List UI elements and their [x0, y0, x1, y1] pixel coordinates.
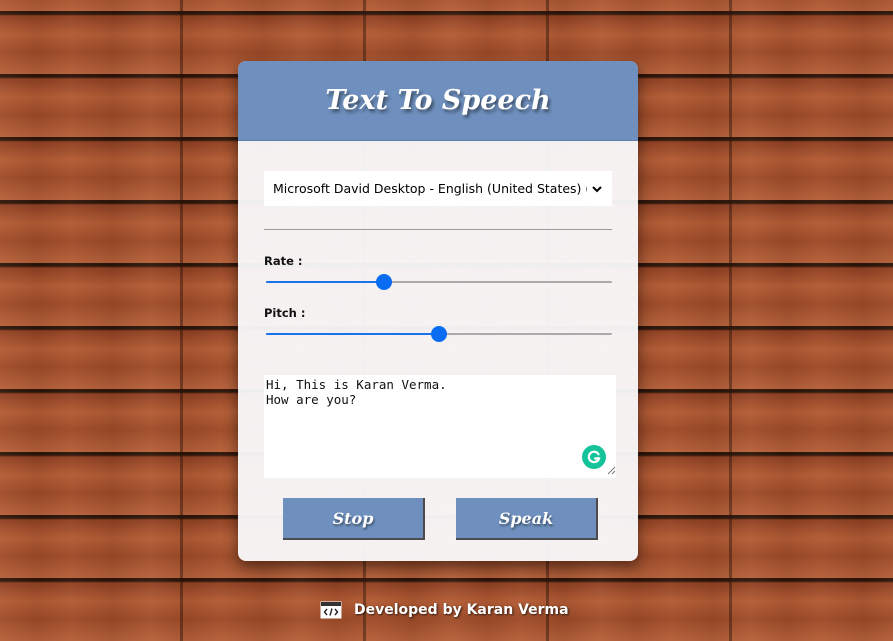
- rate-slider-fill: [266, 281, 384, 283]
- footer-credit: Developed by Karan Verma: [354, 602, 569, 618]
- pitch-slider-thumb[interactable]: [431, 326, 447, 342]
- stop-button[interactable]: Stop: [283, 498, 425, 540]
- resize-grip-icon[interactable]: [606, 465, 616, 475]
- page-title: Text To Speech: [325, 85, 551, 116]
- pitch-label: Pitch :: [264, 306, 306, 320]
- footer: Developed by Karan Verma: [320, 597, 569, 623]
- divider: [264, 229, 612, 230]
- tts-card: Text To Speech Microsoft David Desktop -…: [238, 61, 638, 561]
- voice-select[interactable]: Microsoft David Desktop - English (Unite…: [264, 171, 612, 206]
- rate-slider[interactable]: [264, 272, 612, 292]
- speak-button[interactable]: Speak: [456, 498, 598, 540]
- grammarly-icon[interactable]: [582, 445, 606, 469]
- pitch-slider[interactable]: [264, 324, 612, 344]
- rate-label: Rate :: [264, 254, 303, 268]
- chevron-down-icon: [592, 185, 602, 192]
- code-window-icon: [320, 601, 342, 619]
- grammarly-g-glyph: [587, 450, 601, 464]
- voice-select-value: Microsoft David Desktop - English (Unite…: [273, 181, 587, 196]
- pitch-slider-fill: [266, 333, 439, 335]
- card-header: Text To Speech: [238, 61, 638, 141]
- speech-text-input[interactable]: Hi, This is Karan Verma. How are you?: [264, 375, 616, 478]
- rate-slider-thumb[interactable]: [375, 274, 392, 290]
